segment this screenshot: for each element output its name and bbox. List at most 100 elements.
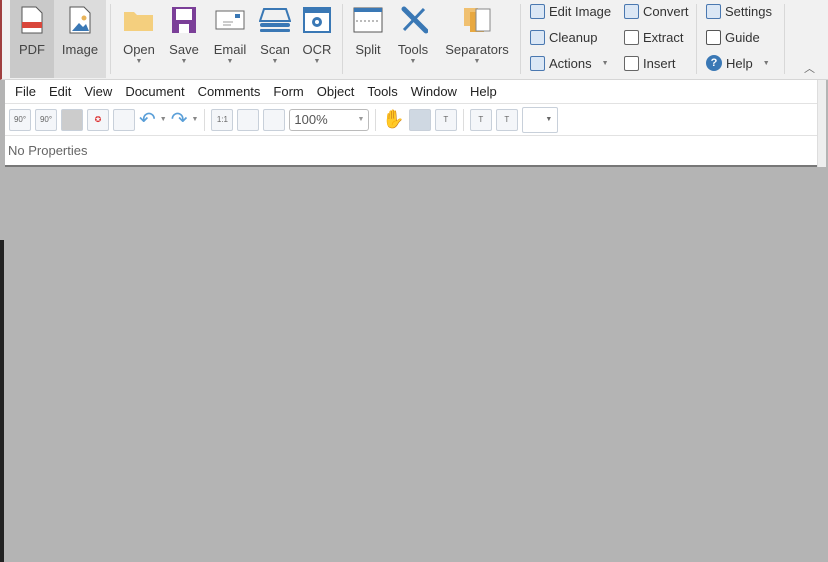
actions-label: Actions	[549, 55, 592, 71]
panel-scrollbar[interactable]	[817, 80, 826, 167]
select-comment-tool-icon[interactable]: ▼	[521, 106, 558, 133]
menu-form[interactable]: Form	[268, 84, 311, 99]
edit-image-button[interactable]: Edit Image	[530, 1, 611, 21]
ocr-gear-icon	[303, 7, 331, 33]
chevron-down-icon: ▼	[226, 58, 234, 65]
menu-document[interactable]: Document	[120, 84, 192, 99]
add-text-icon[interactable]: T	[495, 108, 518, 131]
menu-edit[interactable]: Edit	[44, 84, 79, 99]
email-button[interactable]: Email ▼	[208, 0, 252, 78]
pdf-label: PDF	[19, 42, 45, 57]
pdf-icon	[21, 6, 43, 34]
split-icon	[353, 7, 383, 33]
book-icon	[706, 29, 721, 45]
settings-label: Settings	[725, 3, 772, 19]
scan-label: Scan	[260, 42, 290, 57]
play-icon	[530, 55, 545, 71]
email-label: Email	[213, 42, 247, 57]
wrench-icon	[401, 6, 428, 34]
help-button[interactable]: ? Help ▼	[706, 53, 770, 73]
ribbon: PDF Image Open ▼ Save ▼ Email ▼ Scan ▼ OCR ▼ …	[0, 0, 828, 80]
document-panel: File Edit View Document Comments Form Ob…	[5, 80, 817, 167]
menu-bar: File Edit View Document Comments Form Ob…	[5, 80, 817, 104]
fit-page-icon[interactable]	[237, 108, 260, 131]
help-label: Help	[726, 55, 753, 71]
guide-button[interactable]: Guide	[706, 27, 760, 47]
open-button[interactable]: Open ▼	[118, 0, 160, 78]
save-button[interactable]: Save ▼	[164, 0, 204, 78]
actions-button[interactable]: Actions ▼	[530, 53, 609, 73]
image-view-button[interactable]: Image	[54, 0, 106, 78]
convert-icon	[624, 3, 639, 19]
guide-label: Guide	[725, 29, 760, 45]
chevron-down-icon: ▼	[135, 58, 143, 65]
separators-button[interactable]: Separators ▼	[442, 0, 512, 78]
extract-button[interactable]: Extract	[624, 27, 683, 47]
settings-button[interactable]: Settings	[706, 1, 772, 21]
tools-label: Tools	[397, 42, 429, 57]
image-icon	[69, 6, 91, 34]
cleanup-icon	[530, 29, 545, 45]
image-label: Image	[61, 42, 99, 57]
rotate-left-icon[interactable]: 90°	[9, 108, 31, 131]
scanner-icon	[259, 8, 291, 32]
scan-button[interactable]: Scan ▼	[254, 0, 296, 78]
pdf-view-button[interactable]: PDF	[10, 0, 54, 78]
fit-width-icon[interactable]	[263, 108, 286, 131]
folder-icon	[124, 12, 153, 31]
menu-help[interactable]: Help	[465, 84, 505, 99]
convert-label: Convert	[643, 3, 689, 19]
hand-icon[interactable]: ✋	[382, 109, 404, 130]
convert-button[interactable]: Convert	[624, 1, 689, 21]
help-icon: ?	[706, 55, 722, 71]
properties-status: No Properties	[8, 143, 88, 158]
cleanup-label: Cleanup	[549, 29, 598, 45]
collapse-ribbon-icon[interactable]: ︿	[804, 60, 815, 76]
certificate-icon[interactable]: ✪	[87, 108, 109, 131]
envelope-icon	[215, 10, 245, 30]
ocr-label: OCR	[302, 42, 332, 57]
zoom-select[interactable]: 100% ▼	[289, 108, 370, 131]
menu-object[interactable]: Object	[312, 84, 363, 99]
chevron-down-icon: ▼	[762, 59, 770, 67]
insert-button[interactable]: Insert	[624, 53, 676, 73]
menu-file[interactable]: File	[10, 84, 44, 99]
split-button[interactable]: Split	[348, 0, 388, 78]
chevron-down-icon: ▼	[601, 59, 609, 67]
insert-label: Insert	[643, 55, 676, 71]
actual-size-icon[interactable]: 1:1	[211, 108, 234, 131]
open-label: Open	[123, 42, 155, 57]
menu-tools[interactable]: Tools	[362, 84, 405, 99]
save-label: Save	[169, 42, 199, 57]
find-icon[interactable]	[113, 108, 135, 131]
tools-button[interactable]: Tools ▼	[392, 0, 434, 78]
settings-icon	[706, 3, 721, 19]
typewriter-icon[interactable]: T	[469, 108, 492, 131]
menu-view[interactable]: View	[79, 84, 120, 99]
left-edge	[0, 240, 4, 562]
menu-comments[interactable]: Comments	[193, 84, 269, 99]
select-text-icon[interactable]: T	[434, 108, 457, 131]
redo-icon[interactable]: ↷	[171, 107, 188, 132]
chevron-down-icon: ▼	[313, 58, 321, 65]
zoom-value: 100%	[294, 112, 328, 127]
edit-image-icon	[530, 3, 545, 19]
menu-window[interactable]: Window	[406, 84, 465, 99]
split-label: Split	[355, 42, 381, 57]
chevron-down-icon: ▼	[271, 58, 279, 65]
snapshot-icon[interactable]	[408, 108, 431, 131]
cleanup-button[interactable]: Cleanup	[530, 27, 597, 47]
separators-label: Separators	[445, 42, 509, 57]
ocr-button[interactable]: OCR ▼	[298, 0, 336, 78]
toolbar: 90° 90° ✪ ↶ ▼ ↷ ▼ 1:1 100% ▼ ✋ T T T ▼	[5, 104, 817, 136]
undo-icon[interactable]: ↶	[139, 107, 156, 132]
chevron-down-icon: ▼	[473, 58, 481, 65]
chevron-down-icon: ▼	[409, 58, 417, 65]
insert-icon	[624, 55, 639, 71]
rotate-right-icon[interactable]: 90°	[35, 108, 57, 131]
separators-icon	[464, 8, 491, 32]
print-icon[interactable]	[61, 108, 83, 131]
chevron-down-icon: ▼	[357, 116, 365, 123]
document-canvas	[4, 168, 828, 562]
edit-image-label: Edit Image	[549, 3, 612, 19]
